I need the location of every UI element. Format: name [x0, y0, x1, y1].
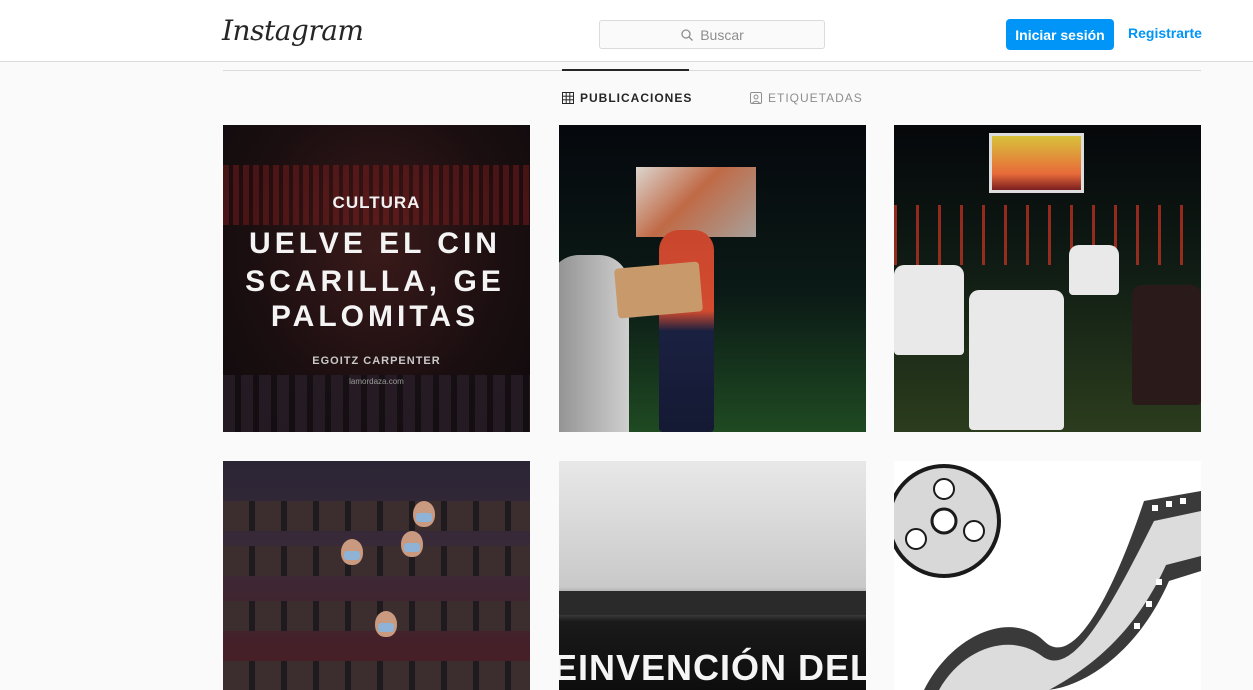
drive-in-screen-image: [989, 133, 1084, 193]
post-author: EGOITZ CARPENTER: [312, 355, 441, 367]
instagram-logo[interactable]: Instagram: [222, 14, 364, 47]
paper-bag-image: [613, 261, 704, 319]
post-caption-line: PALOMITAS: [270, 300, 480, 333]
search-icon: [681, 28, 694, 41]
tab-publicaciones[interactable]: PUBLICACIONES: [562, 91, 692, 105]
post-caption-line: SCARILLA, GE: [245, 265, 505, 298]
grid-icon: [562, 92, 574, 104]
dark-strip: [559, 591, 866, 615]
tab-label: ETIQUETADAS: [768, 91, 863, 105]
car-image: [969, 290, 1064, 430]
post-thumbnail[interactable]: EINVENCIÓN DEL C: [559, 461, 866, 690]
tagged-icon: [750, 92, 762, 104]
post-thumbnail[interactable]: [223, 461, 530, 690]
seat-row: [223, 501, 530, 531]
car-image: [894, 265, 964, 355]
seat-row: [223, 661, 530, 690]
post-thumbnail[interactable]: [559, 125, 866, 432]
post-thumbnail[interactable]: [894, 461, 1201, 690]
post-thumbnail[interactable]: CULTURA UELVE EL CIN SCARILLA, GE PALOMI…: [223, 125, 530, 432]
masked-viewer: [375, 611, 397, 637]
tabs-divider: [223, 70, 1201, 71]
tab-label: PUBLICACIONES: [580, 91, 693, 105]
car-lights-image: [894, 205, 1201, 265]
search-placeholder: Buscar: [700, 26, 744, 43]
active-tab-indicator: [562, 69, 689, 71]
drive-in-screen-image: [636, 167, 756, 237]
top-nav-bar: Instagram Buscar Iniciar sesión Registra…: [0, 0, 1253, 62]
post-caption-line: UELVE EL CIN: [249, 227, 501, 260]
post-caption-line: EINVENCIÓN DEL C: [559, 647, 866, 688]
seat-row: [223, 546, 530, 576]
register-link[interactable]: Registrarte: [1128, 25, 1202, 41]
car-image: [1132, 285, 1201, 405]
post-site: lamordaza.com: [349, 377, 404, 386]
car-image: [1069, 245, 1119, 295]
film-reel-image: [894, 464, 1201, 690]
masked-viewer: [413, 501, 435, 527]
login-button[interactable]: Iniciar sesión: [1006, 19, 1114, 50]
post-thumbnail[interactable]: [894, 125, 1201, 432]
tab-etiquetadas[interactable]: ETIQUETADAS: [750, 91, 863, 105]
search-input[interactable]: Buscar: [599, 20, 825, 49]
post-caption-kicker: CULTURA: [332, 193, 421, 212]
masked-viewer: [341, 539, 363, 565]
masked-viewer: [401, 531, 423, 557]
person-image: [659, 230, 714, 432]
